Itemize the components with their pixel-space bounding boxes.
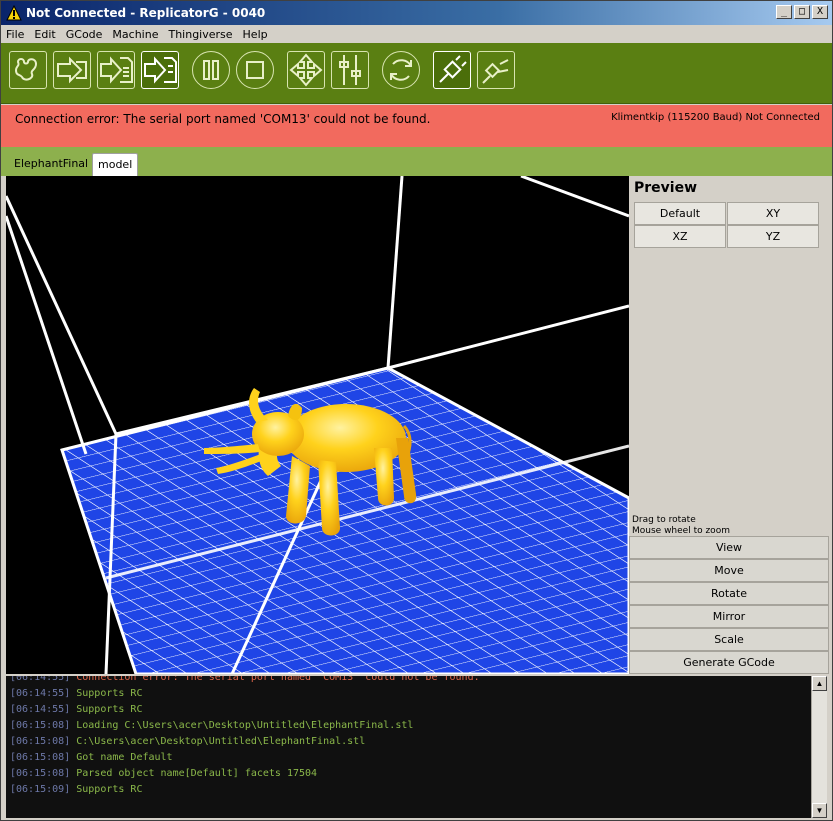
close-button[interactable]: X (812, 5, 828, 19)
menu-edit[interactable]: Edit (29, 28, 60, 41)
log-timestamp: [06:15:08] (10, 752, 71, 763)
view-button[interactable]: View (629, 536, 829, 559)
sliders-icon (339, 55, 361, 85)
console-line: [06:14:55] Supports RC (6, 686, 811, 702)
log-message: C:\Users\acer\Desktop\Untitled\ElephantF… (70, 736, 366, 747)
log-message: Parsed object name[Default] facets 17504 (70, 768, 318, 779)
plug-connect-icon (439, 55, 467, 83)
preview-heading: Preview (634, 180, 698, 196)
console-log[interactable]: [06:14:55] Connection error: The serial … (6, 676, 827, 818)
connection-error-bar: Connection error: The serial port named … (1, 105, 832, 147)
minimize-button[interactable]: _ (776, 5, 792, 19)
pause-icon (203, 60, 219, 80)
drag-rotate-hint: Drag to rotate (632, 515, 696, 525)
scale-button[interactable]: Scale (629, 628, 829, 651)
log-message: Loading C:\Users\acer\Desktop\Untitled\E… (70, 720, 414, 731)
console-line: [06:15:08] Parsed object name[Default] f… (6, 766, 811, 782)
stop-button[interactable] (236, 51, 274, 89)
console-line: [06:15:08] Got name Default (6, 750, 811, 766)
warning-icon (6, 5, 22, 21)
machine-status: Klimentkip (115200 Baud) Not Connected (611, 112, 820, 123)
log-message: Connection error: The serial port named … (70, 676, 480, 683)
control-panel-button[interactable] (331, 51, 369, 89)
tabs-bar: ElephantFinal model (1, 147, 832, 176)
build-to-file-button[interactable] (97, 51, 135, 89)
console-line: [06:15:09] Supports RC (6, 782, 811, 798)
log-timestamp: [06:14:55] (10, 688, 71, 699)
stop-icon (246, 61, 264, 79)
log-timestamp: [06:15:08] (10, 736, 71, 747)
menu-file[interactable]: File (1, 28, 29, 41)
menu-help[interactable]: Help (238, 28, 273, 41)
error-message: Connection error: The serial port named … (15, 112, 431, 126)
plug-disconnect-icon (482, 59, 509, 84)
console-line: [06:15:08] Loading C:\Users\acer\Desktop… (6, 718, 811, 734)
console-lines: [06:14:55] Connection error: The serial … (6, 676, 811, 798)
mirror-button[interactable]: Mirror (629, 605, 829, 628)
log-message: Supports RC (70, 688, 143, 699)
log-message: Got name Default (70, 752, 173, 763)
menu-thingiverse[interactable]: Thingiverse (163, 28, 237, 41)
build-arrow-icon (57, 56, 87, 84)
menu-bar: File Edit GCode Machine Thingiverse Help (1, 25, 832, 43)
3d-preview-viewport[interactable] (6, 176, 629, 674)
console-line: [06:14:55] Connection error: The serial … (6, 676, 811, 686)
reset-button[interactable] (382, 51, 420, 89)
generate-gcode-icon (14, 58, 38, 81)
app-window: Not Connected - ReplicatorG - 0040 _ □ X… (0, 0, 833, 821)
disconnect-button[interactable] (477, 51, 515, 89)
log-timestamp: [06:15:09] (10, 784, 71, 795)
menu-machine[interactable]: Machine (107, 28, 163, 41)
rotate-button[interactable]: Rotate (629, 582, 829, 605)
window-title: Not Connected - ReplicatorG - 0040 (26, 6, 266, 20)
wheel-zoom-hint: Mouse wheel to zoom (632, 526, 730, 536)
upload-sd-icon (144, 56, 177, 84)
generate-gcode-side-button[interactable]: Generate GCode (629, 651, 829, 674)
log-message: Supports RC (70, 704, 143, 715)
console-scrollbar[interactable]: ▲ ▼ (811, 676, 827, 818)
tab-model[interactable]: model (92, 153, 139, 176)
menu-gcode[interactable]: GCode (61, 28, 108, 41)
reset-icon (390, 59, 412, 81)
pause-button[interactable] (192, 51, 230, 89)
log-timestamp: [06:14:55] (10, 676, 71, 683)
view-xz-button[interactable]: XZ (634, 225, 726, 248)
console-line: [06:15:08] C:\Users\acer\Desktop\Untitle… (6, 734, 811, 750)
jog-arrows-icon (289, 53, 323, 87)
jog-control-button[interactable] (287, 51, 325, 89)
preview-panel: Preview Default XY XZ YZ Drag to rotate … (629, 176, 832, 674)
build-to-machine-button[interactable] (53, 51, 91, 89)
toolbar (1, 43, 832, 104)
log-timestamp: [06:15:08] (10, 768, 71, 779)
log-timestamp: [06:14:55] (10, 704, 71, 715)
view-default-button[interactable]: Default (634, 202, 726, 225)
window-controls: _ □ X (776, 5, 828, 19)
log-timestamp: [06:15:08] (10, 720, 71, 731)
scroll-up-arrow-icon[interactable]: ▲ (812, 676, 827, 691)
tab-elephantfinal[interactable]: ElephantFinal (9, 153, 93, 176)
build-volume-scene (6, 176, 629, 674)
maximize-button[interactable]: □ (794, 5, 810, 19)
view-yz-button[interactable]: YZ (727, 225, 819, 248)
upload-to-sd-button[interactable] (141, 51, 179, 89)
scroll-down-arrow-icon[interactable]: ▼ (812, 803, 827, 818)
move-button[interactable]: Move (629, 559, 829, 582)
log-message: Supports RC (70, 784, 143, 795)
view-xy-button[interactable]: XY (727, 202, 819, 225)
build-file-icon (100, 56, 133, 84)
generate-gcode-button[interactable] (9, 51, 47, 89)
console-line: [06:14:55] Supports RC (6, 702, 811, 718)
title-bar[interactable]: Not Connected - ReplicatorG - 0040 _ □ X (1, 1, 832, 25)
connect-button[interactable] (433, 51, 471, 89)
